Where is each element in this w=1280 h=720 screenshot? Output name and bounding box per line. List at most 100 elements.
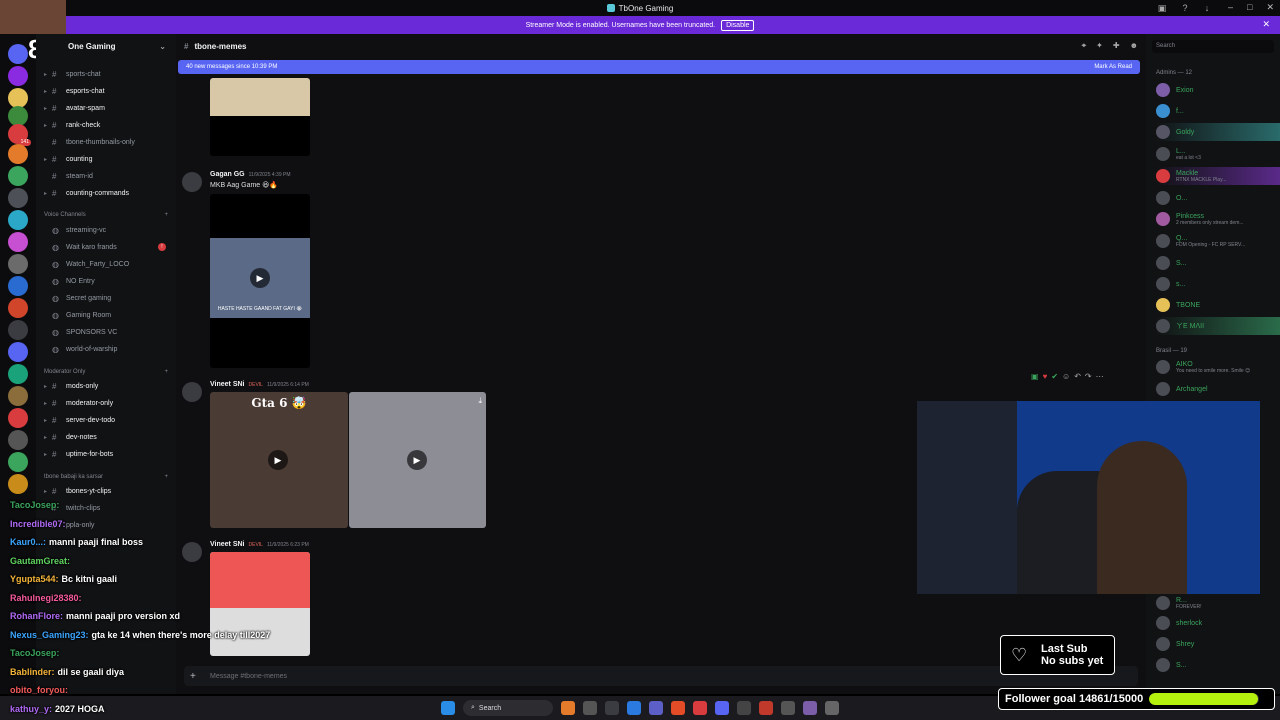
voice-channel-item[interactable]: ◍ Secret gaming	[36, 290, 176, 306]
server-icon[interactable]	[8, 166, 28, 186]
server-icon[interactable]	[8, 88, 28, 108]
member-item[interactable]: S...	[1156, 254, 1280, 272]
member-list-icon[interactable]: ☻	[1130, 41, 1138, 51]
voice-category[interactable]: Voice Channels +	[44, 212, 168, 218]
task-view-icon[interactable]	[583, 701, 597, 715]
server-icon[interactable]: 141	[8, 124, 31, 146]
server-icon[interactable]	[8, 106, 28, 126]
help-icon[interactable]: ?	[1180, 3, 1190, 13]
member-item[interactable]: Goldy	[1156, 123, 1280, 141]
member-item[interactable]: f...	[1156, 102, 1280, 120]
channel-item[interactable]: ▸ # server-dev-todo	[36, 412, 176, 428]
windows-start-icon[interactable]	[441, 701, 455, 715]
guild-header[interactable]: One Gaming ⌄	[36, 34, 176, 58]
search-input[interactable]: Search	[1152, 40, 1274, 53]
server-icon[interactable]	[8, 386, 28, 406]
add-channel-icon[interactable]: +	[164, 212, 168, 218]
member-item[interactable]: ㄚE ΜΛΙΙ	[1156, 317, 1280, 335]
member-item[interactable]: S...	[1156, 656, 1280, 674]
teams-icon[interactable]	[649, 701, 663, 715]
server-icon[interactable]	[8, 364, 28, 384]
app-icon[interactable]	[693, 701, 707, 715]
taskbar-search[interactable]: ⌕ Search	[463, 700, 553, 716]
voice-channel-item[interactable]: ◍ SPONSORS VC	[36, 324, 176, 340]
discord-icon[interactable]	[715, 701, 729, 715]
video-attachment[interactable]: Gta 6 🤯 ▶	[210, 392, 348, 528]
download-icon[interactable]: ⤓	[478, 396, 482, 406]
threads-icon[interactable]: ⌖	[1082, 41, 1087, 51]
reaction-icon[interactable]: ▣	[1031, 372, 1039, 381]
channel-item[interactable]: ▸ # counting-commands	[36, 185, 176, 201]
disable-streamer-mode-button[interactable]: Disable	[721, 19, 755, 31]
server-icon[interactable]	[8, 232, 28, 252]
server-icon[interactable]	[8, 452, 28, 472]
play-icon[interactable]: ▶	[407, 450, 427, 470]
server-icon[interactable]	[8, 408, 28, 428]
server-icon[interactable]	[8, 276, 28, 296]
member-item[interactable]: Exion	[1156, 81, 1280, 99]
chevron-down-icon[interactable]: ⌄	[159, 42, 166, 51]
member-item[interactable]: Archangel	[1156, 380, 1280, 398]
member-item[interactable]: Shrey	[1156, 635, 1280, 653]
channel-item[interactable]: ▸ # dev-notes	[36, 429, 176, 445]
image-attachment[interactable]	[210, 552, 310, 656]
avatar[interactable]	[182, 542, 202, 562]
server-icon[interactable]	[8, 342, 28, 362]
add-attachment-icon[interactable]: +	[190, 671, 196, 682]
reply-icon[interactable]: ↶	[1074, 372, 1081, 381]
channel-item[interactable]: ▸ # sports-chat	[36, 66, 176, 82]
channel-item[interactable]: ▸ # esports-chat	[36, 83, 176, 99]
play-icon[interactable]: ▶	[250, 268, 270, 288]
forward-icon[interactable]: ↷	[1085, 372, 1092, 381]
channel-item[interactable]: ▸ # rank-check	[36, 117, 176, 133]
pin-icon[interactable]: ✚	[1113, 41, 1120, 51]
app-icon[interactable]	[803, 701, 817, 715]
channel-item[interactable]: ▸ # mods-only	[36, 378, 176, 394]
author-name[interactable]: Vineet SNi	[210, 541, 245, 548]
widgets-icon[interactable]	[561, 701, 575, 715]
app-icon[interactable]	[737, 701, 751, 715]
channel-item[interactable]: # tbone-thumbnails-only	[36, 134, 176, 150]
author-name[interactable]: Vineet SNi	[210, 381, 245, 388]
brave-icon[interactable]	[759, 701, 773, 715]
app-icon[interactable]	[825, 701, 839, 715]
server-icon[interactable]	[8, 210, 28, 230]
more-icon[interactable]: ⋯	[1096, 372, 1104, 381]
explorer-icon[interactable]	[605, 701, 619, 715]
channel-item[interactable]: ▸ # uptime-for-bots	[36, 446, 176, 462]
server-icon[interactable]	[8, 144, 28, 164]
server-icon[interactable]	[8, 430, 28, 450]
channel-item[interactable]: ▸ # avatar-spam	[36, 100, 176, 116]
server-icon[interactable]	[8, 320, 28, 340]
server-icon[interactable]	[8, 188, 28, 208]
server-icon[interactable]	[8, 298, 28, 318]
voice-channel-item[interactable]: ◍ NO Entry	[36, 273, 176, 289]
member-item[interactable]: Pinkcess 2 members only stream dem...	[1156, 210, 1280, 228]
add-reaction-icon[interactable]: ☺	[1062, 372, 1070, 381]
voice-channel-item[interactable]: ◍ streaming-vc	[36, 222, 176, 238]
download-icon[interactable]: ↓	[1202, 3, 1212, 13]
add-channel-icon[interactable]: +	[164, 369, 168, 375]
channel-item[interactable]: ▸ # moderator-only	[36, 395, 176, 411]
mark-as-read-button[interactable]: Mark As Read	[1094, 64, 1132, 70]
server-icon[interactable]	[8, 474, 28, 494]
voice-channel-item[interactable]: ◍ Gaming Room	[36, 307, 176, 323]
check-reaction-icon[interactable]: ✔	[1051, 372, 1058, 381]
server-icon[interactable]	[8, 254, 28, 274]
server-icon[interactable]	[8, 66, 28, 86]
member-item[interactable]: TBONE	[1156, 296, 1280, 314]
maximize-icon[interactable]: □	[1247, 2, 1252, 13]
member-item[interactable]: s...	[1156, 275, 1280, 293]
babaji-category[interactable]: tbone babaji ka sarsar +	[44, 474, 168, 480]
video-attachment[interactable]: ▶ ⤓	[349, 392, 486, 528]
author-name[interactable]: Gagan GG	[210, 171, 245, 178]
voice-channel-item[interactable]: ◍ Watch_Farty_LOCO	[36, 256, 176, 272]
member-item[interactable]: AIKO You need to smile more. Smile 😊	[1156, 358, 1280, 376]
notification-bell-icon[interactable]: ✦	[1096, 41, 1103, 51]
app-icon[interactable]	[781, 701, 795, 715]
member-item[interactable]: L... eat a lot <3	[1156, 145, 1280, 163]
member-item[interactable]: sherlock	[1156, 614, 1280, 632]
member-item[interactable]: Mackle RTNX MACKLE Play...	[1156, 167, 1280, 185]
member-item[interactable]: R... FOREVER!	[1156, 594, 1280, 612]
server-icon[interactable]	[8, 44, 28, 64]
